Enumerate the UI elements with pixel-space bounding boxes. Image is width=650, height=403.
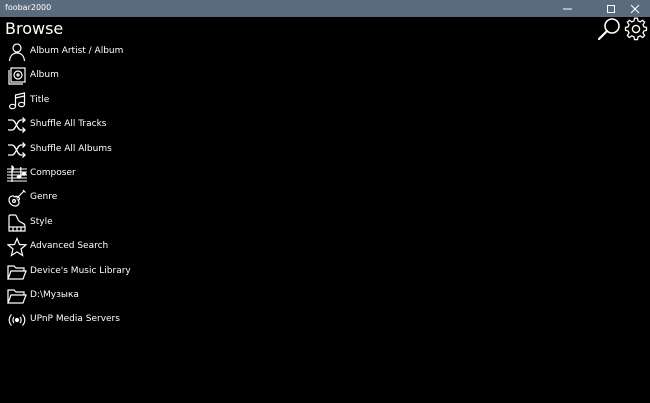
browse-item-label: Album — [30, 70, 59, 80]
search-button[interactable] — [596, 17, 622, 43]
browse-item-label: D:\Музыка — [30, 290, 79, 300]
shuffle-icon — [7, 140, 27, 160]
browse-item-label: Album Artist / Album — [30, 46, 124, 56]
browse-item-title[interactable]: Title — [0, 89, 300, 113]
browse-item-label: UPnP Media Servers — [30, 314, 120, 324]
browse-item-folder-music[interactable]: D:\Музыка — [0, 284, 300, 308]
shuffle-icon — [7, 115, 27, 135]
album-icon — [7, 66, 27, 86]
page-title: Browse — [5, 19, 64, 38]
folder-icon — [7, 262, 27, 282]
gear-icon — [624, 17, 648, 41]
browse-item-label: Advanced Search — [30, 241, 109, 251]
minimize-button[interactable] — [553, 0, 583, 17]
browse-item-device-library[interactable]: Device's Music Library — [0, 260, 300, 284]
close-button[interactable] — [620, 0, 650, 17]
browse-item-label: Style — [30, 217, 53, 227]
window-title: foobar2000 — [5, 3, 52, 12]
close-icon — [630, 4, 640, 14]
browse-item-album[interactable]: Album — [0, 64, 300, 88]
browse-item-label: Shuffle All Albums — [30, 144, 112, 154]
browse-item-advanced-search[interactable]: Advanced Search — [0, 235, 300, 259]
browse-item-style[interactable]: Style — [0, 211, 300, 235]
person-icon — [7, 42, 27, 62]
app-window: foobar2000 Browse Album Artist / Album A… — [0, 0, 650, 403]
sheet-music-icon — [7, 164, 27, 184]
minimize-icon — [563, 8, 572, 10]
music-note-icon — [7, 91, 27, 111]
browse-item-upnp[interactable]: UPnP Media Servers — [0, 308, 300, 332]
settings-button[interactable] — [623, 17, 649, 43]
browse-item-album-artist[interactable]: Album Artist / Album — [0, 40, 300, 64]
star-icon — [7, 237, 27, 257]
folder-icon — [7, 286, 27, 306]
browse-item-label: Device's Music Library — [30, 266, 131, 276]
browse-item-label: Shuffle All Tracks — [30, 119, 107, 129]
browse-item-label: Genre — [30, 192, 58, 202]
browse-item-genre[interactable]: Genre — [0, 186, 300, 210]
browse-item-shuffle-albums[interactable]: Shuffle All Albums — [0, 138, 300, 162]
maximize-icon — [607, 5, 615, 13]
search-icon — [597, 18, 620, 41]
browse-item-composer[interactable]: Composer — [0, 162, 300, 186]
piano-icon — [7, 213, 27, 233]
browse-item-shuffle-tracks[interactable]: Shuffle All Tracks — [0, 113, 300, 137]
browse-item-label: Title — [30, 95, 50, 105]
broadcast-icon — [7, 310, 27, 330]
title-bar[interactable]: foobar2000 — [0, 0, 650, 17]
guitar-icon — [7, 188, 27, 208]
browse-item-label: Composer — [30, 168, 76, 178]
